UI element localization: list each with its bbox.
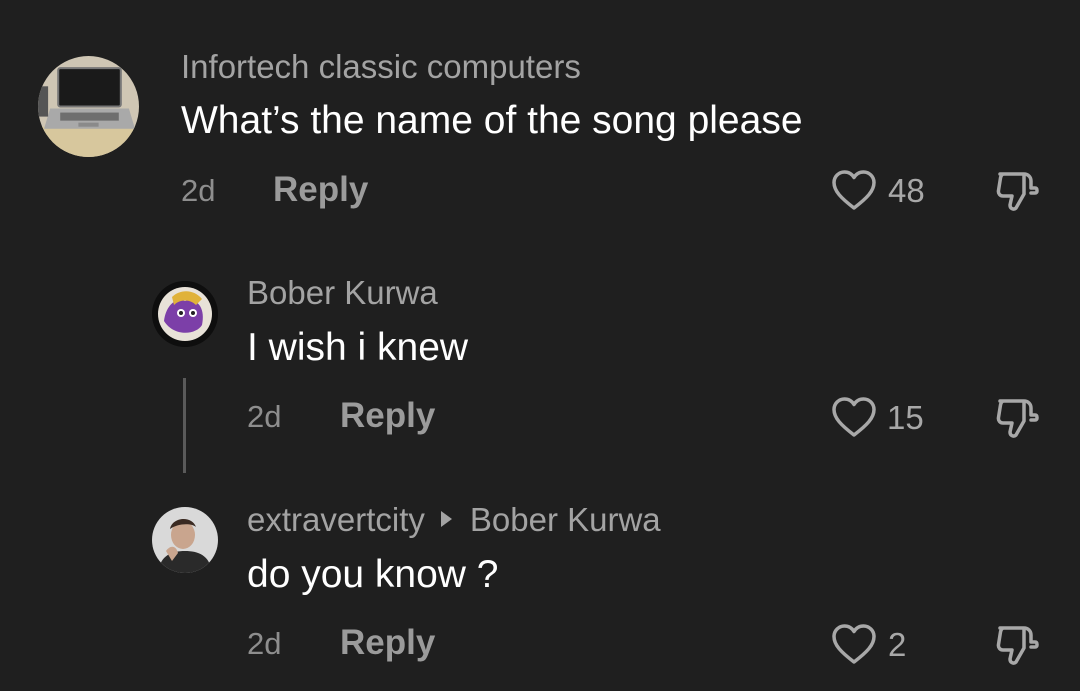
comment-text: What’s the name of the song please (181, 99, 803, 142)
comment-username[interactable]: extravertcity Bober Kurwa (247, 503, 661, 536)
avatar[interactable] (152, 281, 218, 347)
comment-timestamp: 2d (247, 626, 282, 661)
thread-line (183, 378, 186, 473)
comment-timestamp: 2d (247, 399, 282, 434)
dislike-icon[interactable] (994, 622, 1040, 668)
reply-to-username[interactable]: Bober Kurwa (470, 501, 661, 538)
reply-button[interactable]: Reply (340, 625, 435, 660)
comment-text: I wish i knew (247, 326, 469, 369)
reply-button[interactable]: Reply (273, 172, 368, 207)
comment-username[interactable]: Infortech classic computers (181, 50, 581, 83)
username-label[interactable]: extravertcity (247, 501, 425, 538)
person-avatar-icon (152, 507, 218, 573)
heart-icon[interactable] (831, 623, 877, 665)
comment-text: do you know ? (247, 553, 499, 596)
comment-username[interactable]: Bober Kurwa (247, 276, 438, 309)
like-count: 48 (888, 172, 925, 209)
dislike-icon[interactable] (994, 395, 1040, 441)
reply-button[interactable]: Reply (340, 398, 435, 433)
avatar[interactable] (38, 56, 139, 157)
dislike-icon[interactable] (994, 168, 1040, 214)
reply-arrow-icon (440, 511, 452, 527)
heart-icon[interactable] (831, 169, 877, 211)
avatar[interactable] (152, 507, 218, 573)
laptop-avatar-icon (38, 56, 139, 157)
cartoon-avatar-icon (152, 281, 218, 347)
heart-icon[interactable] (831, 396, 877, 438)
comment-timestamp: 2d (181, 173, 216, 208)
like-count: 2 (888, 626, 907, 663)
like-count: 15 (887, 399, 924, 436)
